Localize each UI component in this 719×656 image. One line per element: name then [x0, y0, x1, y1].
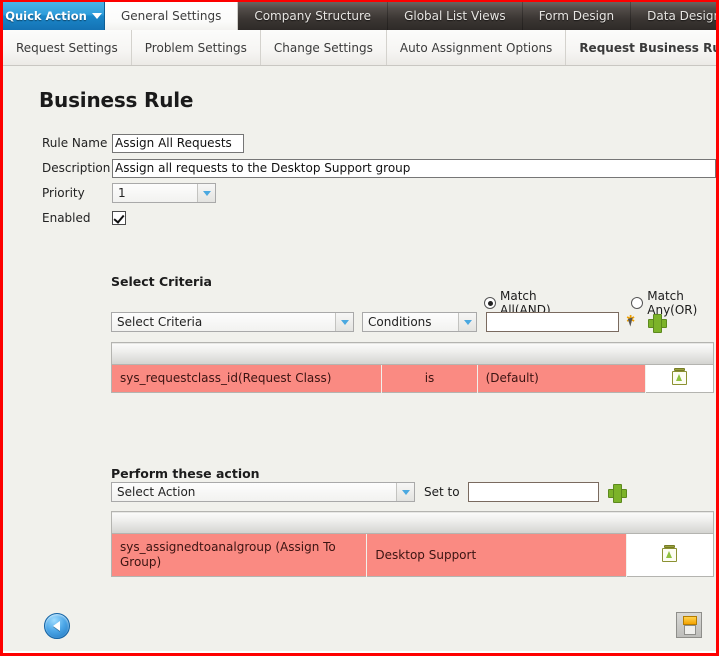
table-row: sys_requestclass_id(Request Class) is (D… [111, 364, 714, 393]
rule-name-label: Rule Name [42, 136, 108, 150]
add-action-plus-icon[interactable] [607, 483, 627, 503]
criteria-row-actions [644, 364, 714, 393]
action-builder-toolbar: Select Action Set to [111, 482, 627, 503]
subtab-auto-assignment-options-label: Auto Assignment Options [399, 40, 553, 55]
page-title: Business Rule [39, 88, 194, 112]
priority-select[interactable]: 1 [112, 183, 216, 203]
tab-company-structure[interactable]: Company Structure [238, 2, 389, 30]
tab-data-design[interactable]: Data Design [631, 2, 716, 30]
rule-name-row: Rule Name [42, 131, 716, 155]
application-window: Quick Action General Settings Company St… [0, 0, 719, 656]
select-criteria-heading: Select Criteria [111, 274, 212, 289]
subtab-problem-settings-label: Problem Settings [144, 40, 247, 55]
secondary-tab-bar: Request Settings Problem Settings Change… [3, 30, 716, 66]
criteria-col-actions [645, 342, 714, 365]
quick-action-label: Quick Action [5, 9, 87, 23]
back-button[interactable] [44, 613, 70, 639]
condition-select[interactable]: Conditions [362, 312, 477, 332]
trash-icon[interactable] [662, 544, 678, 562]
criteria-table-header [111, 342, 714, 365]
criteria-row-field: sys_requestclass_id(Request Class) [111, 364, 383, 393]
tab-global-list-views[interactable]: Global List Views [388, 2, 523, 30]
radio-match-all-icon [484, 297, 496, 309]
tab-global-list-views-label: Global List Views [404, 9, 506, 23]
tab-general-settings-label: General Settings [121, 9, 222, 23]
enabled-row: Enabled [42, 206, 716, 230]
trash-icon[interactable] [671, 368, 687, 385]
criteria-builder-toolbar: Select Criteria Conditions ✱ [111, 312, 667, 333]
criteria-col-field [111, 342, 382, 365]
perform-actions-heading: Perform these action [111, 466, 260, 481]
footer-bar [3, 605, 716, 651]
subtab-change-settings[interactable]: Change Settings [261, 30, 387, 65]
subtab-change-settings-label: Change Settings [273, 40, 373, 55]
enabled-label: Enabled [42, 211, 91, 225]
description-label: Description [42, 161, 111, 175]
criteria-select-value: Select Criteria [117, 315, 203, 329]
criteria-select[interactable]: Select Criteria [111, 312, 354, 332]
chevron-down-icon [458, 313, 476, 331]
actions-row-field: sys_assignedtoanalgroup (Assign To Group… [111, 533, 368, 577]
save-button[interactable] [676, 612, 702, 638]
criteria-value-input[interactable] [486, 312, 619, 332]
tab-company-structure-label: Company Structure [254, 9, 372, 23]
priority-label: Priority [42, 186, 85, 200]
subtab-request-settings[interactable]: Request Settings [3, 30, 132, 65]
subtab-auto-assignment-options[interactable]: Auto Assignment Options [387, 30, 567, 65]
tab-general-settings[interactable]: General Settings [105, 2, 239, 30]
rule-name-input[interactable] [112, 133, 244, 153]
description-row: Description [42, 156, 716, 180]
subtab-request-business-rules-label: Request Business Rules [579, 40, 716, 55]
radio-match-any-icon [631, 297, 644, 309]
enabled-checkbox[interactable] [112, 211, 126, 225]
criteria-row-operator: is [381, 364, 478, 393]
rule-properties-form: Rule Name Description Priority 1 Enabled [42, 131, 716, 230]
priority-row: Priority 1 [42, 181, 716, 205]
actions-col-value [366, 511, 627, 534]
set-to-label: Set to [424, 485, 460, 499]
actions-row-actions [625, 533, 714, 577]
criteria-col-value [477, 342, 646, 365]
chevron-down-icon [396, 483, 414, 501]
actions-table-header [111, 511, 714, 534]
quick-action-button[interactable]: Quick Action [3, 2, 105, 30]
chevron-down-icon [335, 313, 353, 331]
criteria-col-operator [381, 342, 478, 365]
tab-data-design-label: Data Design [647, 9, 716, 23]
criteria-table: sys_requestclass_id(Request Class) is (D… [111, 342, 714, 393]
priority-select-value: 1 [118, 186, 126, 200]
description-input[interactable] [112, 158, 716, 178]
chevron-down-icon [197, 184, 215, 202]
save-floppy-icon [683, 616, 697, 625]
tab-form-design[interactable]: Form Design [523, 2, 632, 30]
set-to-input[interactable] [467, 482, 599, 502]
add-criteria-plus-icon[interactable] [648, 313, 667, 333]
criteria-row-value: (Default) [477, 364, 646, 393]
action-select-value: Select Action [117, 485, 196, 499]
actions-table: sys_assignedtoanalgroup (Assign To Group… [111, 511, 714, 577]
back-arrow-icon [52, 621, 60, 631]
actions-col-actions [626, 511, 714, 534]
condition-select-value: Conditions [368, 315, 432, 329]
primary-tab-bar: Quick Action General Settings Company St… [3, 2, 716, 30]
table-row: sys_assignedtoanalgroup (Assign To Group… [111, 533, 714, 577]
main-content: Business Rule Rule Name Description Prio… [3, 66, 716, 651]
actions-row-value: Desktop Support [366, 533, 627, 577]
actions-col-field [111, 511, 367, 534]
subtab-request-business-rules[interactable]: Request Business Rules [566, 30, 716, 65]
value-picker-icon[interactable]: ✱ [625, 314, 642, 331]
tab-form-design-label: Form Design [538, 9, 615, 23]
chevron-down-icon [91, 13, 102, 19]
action-select[interactable]: Select Action [111, 482, 415, 502]
subtab-request-settings-label: Request Settings [16, 40, 118, 55]
subtab-problem-settings[interactable]: Problem Settings [132, 30, 261, 65]
